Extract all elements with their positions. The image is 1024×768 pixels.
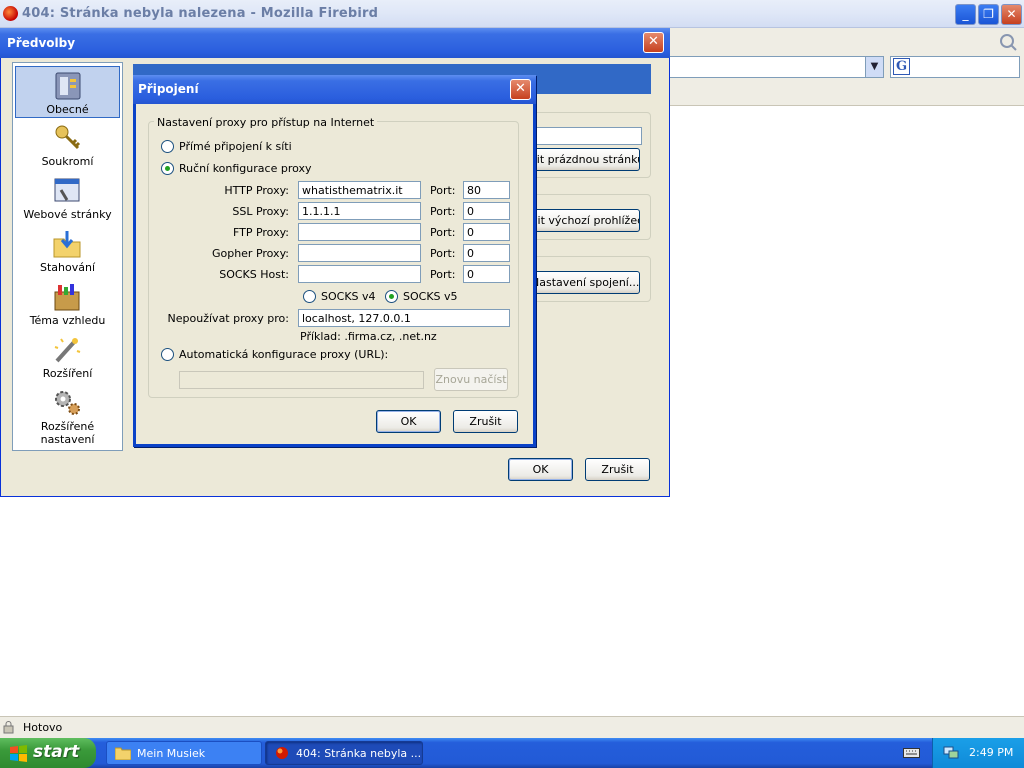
no-proxy-label: Nepoužívat proxy pro: — [167, 312, 289, 325]
category-label: Stahování — [39, 261, 96, 274]
http-port-label: Port: — [430, 184, 456, 197]
homepage-field[interactable] — [536, 127, 642, 145]
url-dropdown-button[interactable]: ▼ — [865, 57, 883, 77]
category-label: Rozšíření — [42, 367, 93, 380]
manual-proxy-radio[interactable] — [161, 162, 174, 175]
category-label: Obecné — [46, 103, 89, 116]
socks-v4-radio[interactable] — [303, 290, 316, 303]
browser-title: 404: Stránka nebyla nalezena - Mozilla F… — [22, 6, 379, 21]
auto-proxy-url-field[interactable] — [179, 371, 424, 389]
downloads-icon — [53, 231, 81, 258]
task-label: Mein Musiek — [137, 747, 206, 760]
use-blank-page-button[interactable]: žit prázdnou stránku — [530, 148, 640, 171]
gopher-proxy-label: Gopher Proxy: — [211, 247, 289, 260]
ftp-port-field[interactable]: 0 — [463, 223, 510, 241]
direct-connection-radio[interactable] — [161, 140, 174, 153]
category-label: Webové stránky — [23, 208, 112, 221]
category-extensions[interactable]: Rozšíření — [15, 331, 120, 383]
task-label: 404: Stránka nebyla ... — [296, 747, 422, 760]
preferences-titlebar: Předvolby ✕ — [0, 28, 670, 58]
no-proxy-field[interactable]: localhost, 127.0.0.1 — [298, 309, 510, 327]
category-privacy[interactable]: Soukromí — [15, 119, 120, 171]
restore-button[interactable]: ❐ — [978, 4, 999, 25]
taskbar-item-firebird[interactable]: 404: Stránka nebyla ... — [265, 741, 423, 765]
lock-icon — [3, 721, 14, 734]
extensions-icon — [54, 338, 81, 363]
browser-titlebar: 404: Stránka nebyla nalezena - Mozilla F… — [0, 0, 1024, 28]
keys-icon — [55, 125, 81, 150]
close-browser-button[interactable]: ✕ — [1001, 4, 1022, 25]
ssl-proxy-field[interactable]: 1.1.1.1 — [298, 202, 421, 220]
status-text: Hotovo — [23, 721, 63, 734]
connection-title: Připojení — [138, 82, 199, 96]
keyboard-icon[interactable] — [903, 746, 920, 759]
ssl-proxy-label: SSL Proxy: — [232, 205, 289, 218]
category-label: Soukromí — [41, 155, 94, 168]
proxy-group-label: Nastavení proxy pro přístup na Internet — [154, 116, 378, 129]
connection-settings-button[interactable]: Nastavení spojení... — [530, 271, 640, 294]
minimize-button[interactable]: _ — [955, 4, 976, 25]
ssl-port-field[interactable]: 0 — [463, 202, 510, 220]
category-web-features[interactable]: Webové stránky — [15, 172, 120, 224]
firebird-icon — [276, 747, 288, 759]
ftp-proxy-label: FTP Proxy: — [232, 226, 289, 239]
ssl-port-label: Port: — [430, 205, 456, 218]
http-proxy-label: HTTP Proxy: — [224, 184, 289, 197]
category-label: Téma vzhledu — [29, 314, 106, 327]
socks-v5-radio[interactable] — [385, 290, 398, 303]
network-icon[interactable] — [943, 745, 959, 760]
start-label: start — [33, 742, 80, 762]
category-themes[interactable]: Téma vzhledu — [15, 278, 120, 330]
socks-v4-label[interactable]: SOCKS v4 — [321, 290, 376, 303]
reload-button[interactable]: Znovu načíst — [434, 368, 508, 391]
socks-v5-label[interactable]: SOCKS v5 — [403, 290, 458, 303]
themes-icon — [54, 284, 80, 311]
url-bar[interactable] — [668, 56, 884, 78]
start-button[interactable]: start — [0, 738, 96, 768]
gopher-port-field[interactable]: 0 — [463, 244, 510, 262]
default-browser-button[interactable]: vit výchozí prohlížeč — [530, 209, 640, 232]
category-list: Obecné Soukromí Webové stránky Stahování… — [12, 62, 123, 451]
http-proxy-field[interactable]: whatisthematrix.it — [298, 181, 421, 199]
socks-host-label: SOCKS Host: — [219, 268, 289, 281]
close-preferences-button[interactable]: ✕ — [643, 32, 664, 53]
socks-port-field[interactable]: 0 — [463, 265, 510, 283]
auto-proxy-radio[interactable] — [161, 348, 174, 361]
category-downloads[interactable]: Stahování — [15, 225, 120, 277]
http-port-field[interactable]: 80 — [463, 181, 510, 199]
connection-ok-button[interactable]: OK — [376, 410, 441, 433]
ftp-port-label: Port: — [430, 226, 456, 239]
status-bar: Hotovo — [0, 716, 1024, 738]
connection-titlebar: Připojení ✕ — [133, 75, 536, 104]
close-connection-button[interactable]: ✕ — [510, 79, 531, 100]
gopher-proxy-field[interactable] — [298, 244, 421, 262]
category-general[interactable]: Obecné — [15, 66, 120, 118]
advanced-icon — [55, 391, 80, 415]
auto-proxy-label[interactable]: Automatická konfigurace proxy (URL): — [179, 348, 388, 361]
google-icon[interactable]: G — [893, 58, 910, 75]
no-proxy-example: Příklad: .firma.cz, .net.nz — [300, 330, 437, 343]
category-label: Rozšířené nastavení — [40, 420, 95, 446]
category-advanced[interactable]: Rozšířené nastavení — [15, 384, 120, 446]
system-tray: 2:49 PM — [932, 738, 1024, 768]
firebird-icon — [3, 6, 18, 21]
preferences-cancel-button[interactable]: Zrušit — [585, 458, 650, 481]
connection-cancel-button[interactable]: Zrušit — [453, 410, 518, 433]
ftp-proxy-field[interactable] — [298, 223, 421, 241]
direct-connection-label[interactable]: Přímé připojení k síti — [179, 140, 292, 153]
general-icon — [55, 72, 81, 100]
web-features-icon — [54, 178, 80, 202]
clock: 2:49 PM — [969, 746, 1014, 759]
gopher-port-label: Port: — [430, 247, 456, 260]
socks-host-field[interactable] — [298, 265, 421, 283]
folder-icon — [115, 747, 131, 760]
windows-flag-icon — [10, 745, 27, 762]
preferences-ok-button[interactable]: OK — [508, 458, 573, 481]
preferences-title: Předvolby — [7, 36, 76, 50]
manual-proxy-label[interactable]: Ruční konfigurace proxy — [179, 162, 312, 175]
taskbar-item-mein-musiek[interactable]: Mein Musiek — [106, 741, 262, 765]
socks-port-label: Port: — [430, 268, 456, 281]
throbber-icon — [1000, 34, 1017, 51]
